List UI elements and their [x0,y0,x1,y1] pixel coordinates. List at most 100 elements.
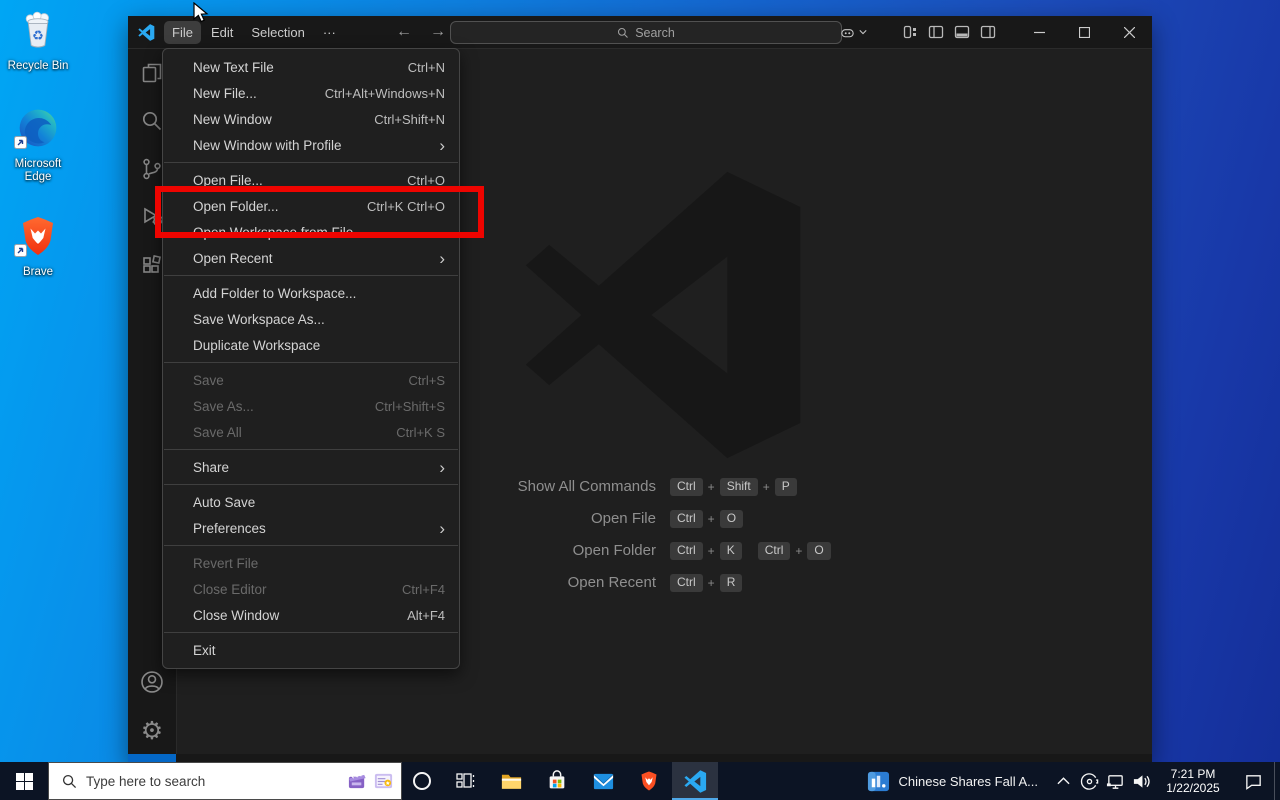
settings-gear-icon[interactable]: ⚙ [128,706,176,754]
clock-date: 1/22/2025 [1166,781,1220,795]
taskbar-search-box[interactable]: Type here to search [48,762,402,800]
brave-taskbar-button[interactable] [626,762,672,800]
menu-item-exit[interactable]: Exit [163,637,459,663]
key-plus-separator: + [795,543,803,558]
menu-item-save-as: Save As... Ctrl+Shift+S [163,393,459,419]
key-group: Ctrl + R [670,573,743,592]
news-widget[interactable]: Chinese Shares Fall A... [855,762,1050,800]
menu-item-preferences[interactable]: Preferences › [163,515,459,541]
menu-item-label: Exit [193,642,216,658]
menu-separator [164,632,458,633]
copilot-button[interactable] [831,16,875,48]
forward-arrow-icon[interactable]: → [426,23,450,41]
menu-item-shortcut: Ctrl+Shift+S [374,398,445,414]
tray-chevron-up-icon[interactable] [1050,762,1076,800]
start-button[interactable] [0,762,48,800]
close-button[interactable] [1107,26,1152,38]
command-center-search[interactable]: Search [450,21,842,44]
menu-item-shortcut: Ctrl+S [408,372,445,388]
chevron-down-icon [859,30,867,35]
menu-item-new-text-file[interactable]: New Text File Ctrl+N [163,54,459,80]
meet-now-icon[interactable] [1076,762,1102,800]
menu-item-label: Close Window [193,607,280,623]
file-explorer-button[interactable] [488,762,534,800]
menu-item-duplicate-workspace[interactable]: Duplicate Workspace [163,332,459,358]
menu-separator [164,449,458,450]
keycap: O [807,541,831,560]
desktop-icon-microsoft-edge[interactable]: Microsoft Edge [0,106,76,184]
volume-icon[interactable] [1128,762,1154,800]
menu-item-label: Preferences [193,520,266,536]
key-group: Ctrl + Shift + P [670,477,797,496]
submenu-chevron-icon: › [439,248,445,268]
maximize-button[interactable] [1062,26,1107,38]
menu-item-close-editor: Close Editor Ctrl+F4 [163,576,459,602]
brave-icon [641,771,657,791]
key-group: Ctrl + O [757,541,831,560]
menu-item-label: Duplicate Workspace [193,337,321,353]
taskbar-clock[interactable]: 7:21 PM 1/22/2025 [1154,762,1232,800]
menu-item-add-folder-to-workspace[interactable]: Add Folder to Workspace... [163,280,459,306]
shortcut-arrow-icon [14,244,27,262]
menu-item-label: Save All [193,424,242,440]
menu-item-close-window[interactable]: Close Window Alt+F4 [163,602,459,628]
news-widget-icon [867,771,889,791]
windows-logo-icon [15,772,33,790]
network-icon[interactable] [1102,762,1128,800]
menu-item-open-recent[interactable]: Open Recent › [163,245,459,271]
menu-item-save-workspace-as[interactable]: Save Workspace As... [163,306,459,332]
action-center-button[interactable] [1232,762,1274,800]
toggle-sidebar-icon[interactable] [923,24,949,40]
menu-item-new-window[interactable]: New Window Ctrl+Shift+N [163,106,459,132]
menu-item-revert-file: Revert File [163,550,459,576]
minimize-button[interactable] [1017,27,1062,38]
status-bar [128,754,1152,762]
window-controls [1017,26,1152,38]
toggle-secondary-sidebar-icon[interactable] [975,24,1001,40]
mouse-cursor [193,1,213,29]
taskbar-search-placeholder: Type here to search [86,773,206,789]
microsoft-store-button[interactable] [534,762,580,800]
news-ticker-text: Chinese Shares Fall A... [898,773,1038,789]
desktop-icon-recycle-bin[interactable]: ♻ Recycle Bin [0,10,76,73]
remote-indicator[interactable] [128,754,176,762]
toggle-panel-icon[interactable] [949,24,975,40]
task-view-icon [456,773,475,788]
back-arrow-icon[interactable]: ← [392,23,416,41]
shortcut-arrow-icon [14,136,27,154]
search-box-icons [347,771,394,792]
menu-item-auto-save[interactable]: Auto Save [163,489,459,515]
desktop-icon-brave[interactable]: Brave [0,214,76,279]
customize-layout-icon[interactable] [897,24,923,40]
menu-item-shortcut: Alt+F4 [407,607,445,623]
layout-controls [897,24,1001,40]
menu-item-label: New Window with Profile [193,137,342,153]
vscode-taskbar-button[interactable] [672,762,718,800]
key-group: Ctrl + O [670,509,744,528]
menu-item-new-file[interactable]: New File... Ctrl+Alt+Windows+N [163,80,459,106]
show-desktop-button[interactable] [1274,762,1280,800]
welcome-shortcut-label: Show All Commands [517,478,656,495]
menu-item-share[interactable]: Share › [163,454,459,480]
menu-item-save: Save Ctrl+S [163,367,459,393]
welcome-shortcut-keys: Ctrl + O [670,509,831,528]
task-view-button[interactable] [442,762,488,800]
keycap: Ctrl [670,573,703,592]
menubar-item-[interactable]: ··· [315,21,344,44]
menu-item-label: New File... [193,85,257,101]
clipchamp-icon [348,773,366,788]
cortana-button[interactable] [402,762,442,800]
welcome-shortcut-keys: Ctrl + K Ctrl + O [670,541,831,560]
mail-button[interactable] [580,762,626,800]
menu-separator [164,545,458,546]
keycap: R [719,573,743,592]
mail-icon [593,773,613,789]
keycap: Ctrl [670,541,703,560]
menu-item-new-window-with-profile[interactable]: New Window with Profile › [163,132,459,158]
menubar: File Edit Selection ··· [163,16,345,48]
desktop-icon-label: Brave [22,266,54,278]
key-plus-separator: + [707,511,715,526]
menubar-item-selection[interactable]: Selection [243,21,312,44]
keycap: Ctrl [670,477,703,496]
svg-text:♻: ♻ [32,29,44,44]
